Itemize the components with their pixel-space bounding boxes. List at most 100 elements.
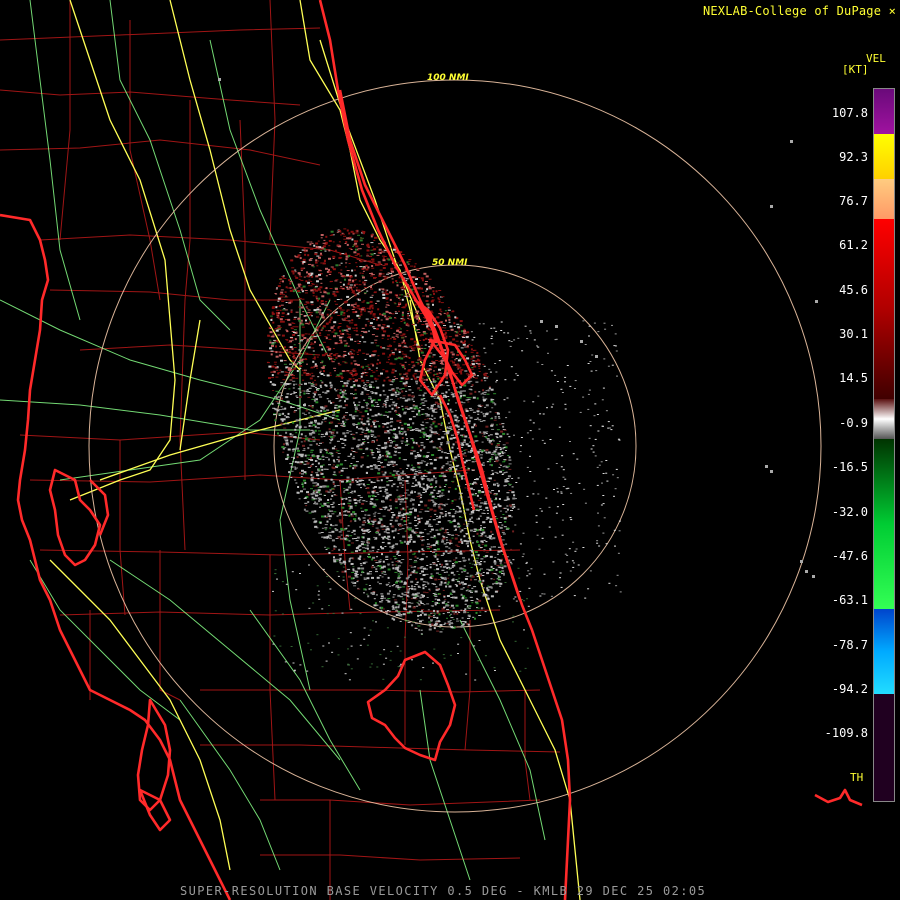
echo-pixel [491,490,495,491]
echo-pixel [486,438,490,440]
echo-pixel [462,551,466,553]
echo-pixel [338,548,341,551]
echo-pixel [439,456,443,459]
echo-pixel [405,346,409,348]
echo-pixel [461,625,465,628]
echo-pixel [439,494,443,497]
echo-pixel [307,382,311,384]
echo-pixel [382,506,386,508]
echo-pixel [511,486,514,488]
echo-pixel [362,266,366,269]
echo-pixel [495,446,499,449]
echo-pixel [478,359,481,362]
echo-pixel [294,436,297,439]
echo-pixel [324,433,328,436]
echo-pixel [397,555,401,556]
echo-pixel [486,431,489,433]
echo-pixel [354,307,357,309]
echo-pixel [362,270,365,272]
echo-pixel [322,245,326,248]
echo-pixel [409,285,412,287]
echo-pixel [350,453,352,456]
echo-pixel [424,283,428,286]
echo-pixel [366,544,369,547]
echo-pixel [340,423,343,425]
echo-pixel [371,453,374,456]
echo-pixel [430,499,434,501]
echo-pixel [416,462,420,464]
echo-pixel [461,336,464,338]
echo-pixel [386,273,390,275]
echo-pixel [418,394,422,396]
echo-pixel [366,572,370,575]
echo-pixel [293,457,295,460]
echo-pixel [423,392,427,394]
echo-pixel [477,499,481,501]
echo-pixel [449,542,451,545]
echo-pixel [504,479,508,481]
echo-pixel [364,287,368,288]
echo-pixel [432,446,436,449]
echo-pixel [271,374,274,377]
echo-pixel [370,425,373,428]
echo-pixel [441,489,445,492]
echo-pixel [476,541,479,543]
echo-pixel [407,602,411,604]
echo-pixel [489,518,493,521]
echo-pixel [443,476,447,477]
echo-pixel [310,465,313,467]
echo-pixel [476,351,479,354]
echo-pixel [439,515,442,517]
echo-pixel [457,326,461,329]
echo-pixel [355,432,358,434]
echo-pixel [332,435,336,437]
echo-pixel [377,412,380,415]
echo-pixel [405,489,409,491]
echo-pixel [401,480,405,482]
echo-pixel [368,307,371,310]
echo-pixel [384,400,387,402]
echo-pixel [411,410,415,412]
echo-pixel [398,276,401,279]
echo-pixel [426,565,429,566]
echo-pixel [361,464,364,466]
echo-pixel [369,296,373,298]
echo-pixel [408,364,411,366]
echo-pixel [382,347,386,349]
echo-pixel [382,466,386,468]
echo-pixel [295,326,299,328]
echo-pixel [291,449,295,451]
echo-pixel [439,593,442,595]
echo-pixel [386,361,389,363]
echo-pixel [320,252,322,255]
echo-pixel [453,414,457,417]
echo-pixel [352,568,355,571]
echo-pixel [455,604,459,607]
echo-pixel [424,413,428,415]
echo-pixel [364,369,367,371]
echo-pixel [369,322,373,325]
echo-pixel [386,426,389,428]
echo-pixel [394,519,398,522]
echo-pixel [441,563,443,566]
echo-pixel [317,478,320,480]
echo-pixel [452,481,455,483]
echo-pixel [337,355,341,358]
echo-pixel [424,418,427,420]
echo-pixel [294,255,297,257]
echo-pixel [391,336,395,338]
echo-pixel [438,613,441,616]
echo-pixel [477,413,480,415]
echo-pixel [281,334,285,337]
echo-pixel [444,511,447,512]
echo-pixel [458,541,462,543]
echo-pixel [481,491,485,493]
echo-pixel [362,533,366,535]
echo-pixel [467,537,471,539]
echo-pixel [386,532,390,534]
echo-pixel [342,314,346,316]
echo-pixel [340,311,344,314]
echo-pixel [395,610,399,612]
echo-pixel [350,463,353,464]
echo-pixel [400,573,403,575]
